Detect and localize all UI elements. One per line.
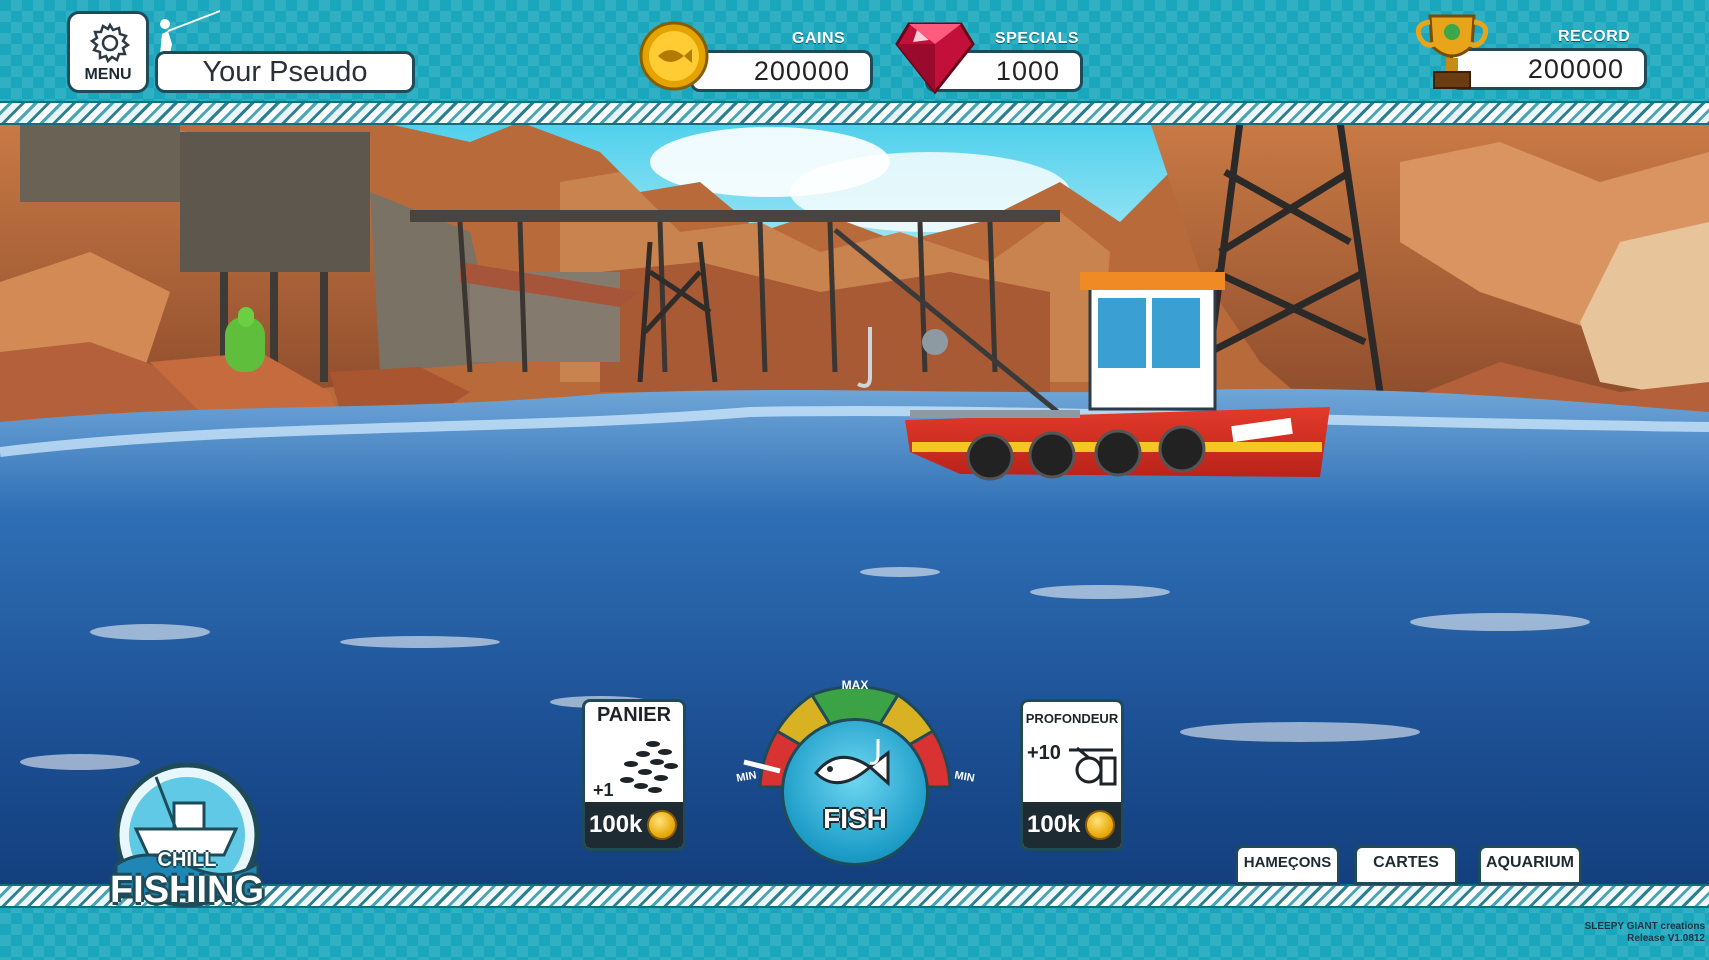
panier-price-value: 100k [589,811,643,838]
gains-value: 200000 [690,50,873,92]
fish-school-icon [620,741,678,793]
trophy-icon [1415,14,1489,89]
coin-icon [1085,810,1115,840]
tab-cartes[interactable]: CARTES [1354,845,1458,885]
profondeur-bonus: +10 [1027,742,1061,764]
release-version: Release V1.0812 [1627,933,1705,944]
player-name-field[interactable]: Your Pseudo [155,51,415,93]
gauge-min-right-label: MIN [954,769,976,784]
chill-fishing-logo: CHILL FISHING [96,757,278,935]
gauge-max-label: MAX [842,678,869,692]
ruby-icon [895,22,975,95]
profondeur-price-value: 100k [1027,811,1081,838]
specials-label: SPECIALS [995,30,1080,47]
profondeur-title: PROFONDEUR [1025,711,1119,726]
profondeur-upgrade-card[interactable]: PROFONDEUR +10 100k [1020,699,1124,851]
coin-icon [639,21,709,91]
panier-price: 100k [585,802,683,848]
fish-button-label: FISH [823,803,887,834]
gauge-min-left-label: MIN [736,769,758,784]
gear-icon [89,22,131,64]
coin-icon [647,810,677,840]
gains-label: GAINS [792,30,846,47]
fish-hook-icon [813,739,890,787]
tab-hamecons[interactable]: HAMEÇONS [1235,845,1340,885]
studio-name: SLEEPY GIANT creations [1584,921,1705,932]
record-label: RECORD [1558,28,1631,45]
logo-line2: FISHING [109,869,265,911]
rope-border-top [0,101,1709,125]
fish-cast-button[interactable]: FISH [781,718,929,866]
menu-label: MENU [84,66,132,83]
tab-aquarium[interactable]: AQUARIUM [1478,845,1582,885]
profondeur-price: 100k [1023,802,1121,848]
reel-icon [1069,746,1117,786]
panier-title: PANIER [596,704,672,726]
release-credit: SLEEPY GIANT creations Release V1.0812 [1585,921,1705,945]
menu-button[interactable]: MENU [67,11,149,93]
panier-upgrade-card[interactable]: PANIER +1 100k [582,699,686,851]
panier-bonus: +1 [593,780,614,800]
